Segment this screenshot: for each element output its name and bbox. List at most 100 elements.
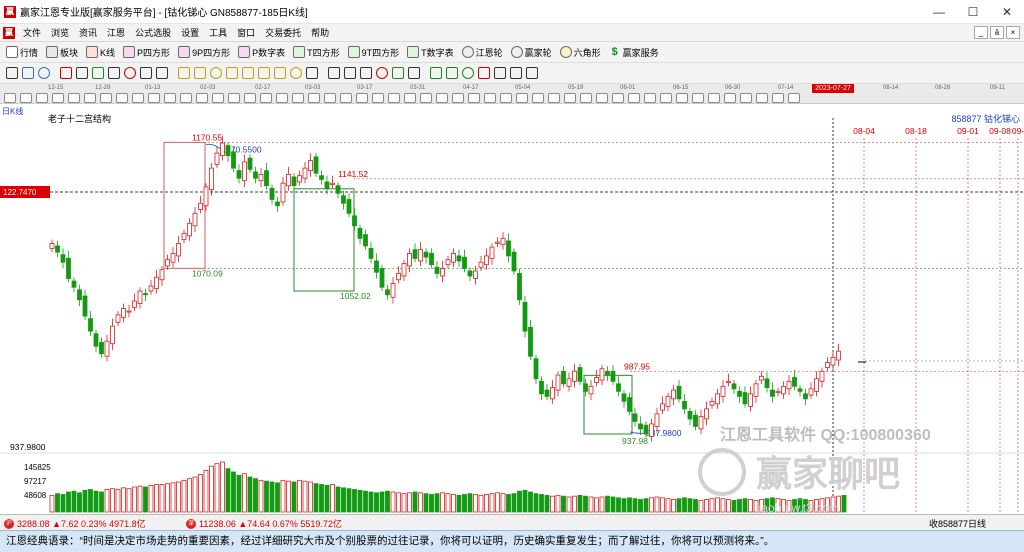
analysis-tool-icon[interactable] bbox=[100, 93, 112, 103]
analysis-tool-icon[interactable] bbox=[388, 93, 400, 103]
draw-tool-icon[interactable] bbox=[194, 67, 206, 79]
menu-window[interactable]: 窗口 bbox=[232, 26, 260, 39]
analysis-tool-icon[interactable] bbox=[340, 93, 352, 103]
menu-browse[interactable]: 浏览 bbox=[46, 26, 74, 39]
draw-tool-icon[interactable] bbox=[306, 67, 318, 79]
analysis-tool-icon[interactable] bbox=[324, 93, 336, 103]
menu-stock-screen[interactable]: 公式选股 bbox=[130, 26, 176, 39]
shanghai-index[interactable]: 沪 3288.08 ▲7.62 0.23% 4971.8亿 bbox=[4, 517, 146, 530]
analysis-tool-icon[interactable] bbox=[180, 93, 192, 103]
quote-button[interactable]: 行情 bbox=[2, 46, 42, 59]
kline-chart-area[interactable]: 日K线 老子十二宫结构 858877 钴化锑心 08-04 08-18 09-01 09-0… bbox=[0, 104, 1024, 515]
draw-tool-icon[interactable] bbox=[108, 67, 120, 79]
t-number-table-button[interactable]: T数字表 bbox=[403, 46, 458, 59]
service-button[interactable]: $ 赢家服务 bbox=[605, 46, 663, 59]
menu-help[interactable]: 帮助 bbox=[306, 26, 334, 39]
menu-trade[interactable]: 交易委托 bbox=[260, 26, 306, 39]
analysis-tool-icon[interactable] bbox=[724, 93, 736, 103]
analysis-tool-icon[interactable] bbox=[308, 93, 320, 103]
maximize-button[interactable]: ☐ bbox=[956, 0, 990, 24]
9t-square-button[interactable]: 9T四方形 bbox=[344, 46, 404, 59]
analysis-tool-icon[interactable] bbox=[660, 93, 672, 103]
kline-chart-svg[interactable]: 日K线老子十二宫结构 858877 钴化锑心 08-04 08-18 09-01 09-0… bbox=[0, 104, 1024, 515]
menu-gann[interactable]: 江恩 bbox=[102, 26, 130, 39]
draw-tool-icon[interactable] bbox=[76, 67, 88, 79]
analysis-tool-icon[interactable] bbox=[132, 93, 144, 103]
shenzhen-index[interactable]: 深 11238.06 ▲74.64 0.67% 5519.72亿 bbox=[186, 517, 342, 530]
draw-tool-icon[interactable] bbox=[510, 67, 522, 79]
analysis-tool-icon[interactable] bbox=[628, 93, 640, 103]
analysis-tool-icon[interactable] bbox=[596, 93, 608, 103]
hexagon-button[interactable]: 六角形 bbox=[556, 46, 605, 59]
analysis-tool-icon[interactable] bbox=[516, 93, 528, 103]
winner-wheel-button[interactable]: 赢家轮 bbox=[507, 46, 556, 59]
analysis-tool-icon[interactable] bbox=[756, 93, 768, 103]
draw-tool-icon[interactable] bbox=[446, 67, 458, 79]
analysis-tool-icon[interactable] bbox=[4, 93, 16, 103]
analysis-tool-icon[interactable] bbox=[52, 93, 64, 103]
gann-wheel-button[interactable]: 江恩轮 bbox=[458, 46, 507, 59]
analysis-tool-icon[interactable] bbox=[276, 93, 288, 103]
draw-tool-icon[interactable] bbox=[178, 67, 190, 79]
draw-tool-icon[interactable] bbox=[156, 67, 168, 79]
menu-news[interactable]: 资讯 bbox=[74, 26, 102, 39]
analysis-tool-icon[interactable] bbox=[436, 93, 448, 103]
kline-button[interactable]: K线 bbox=[82, 46, 119, 59]
draw-tool-icon[interactable] bbox=[408, 67, 420, 79]
analysis-tool-icon[interactable] bbox=[404, 93, 416, 103]
draw-tool-icon[interactable] bbox=[494, 67, 506, 79]
analysis-tool-icon[interactable] bbox=[372, 93, 384, 103]
menu-tools[interactable]: 工具 bbox=[204, 26, 232, 39]
p-number-table-button[interactable]: P数字表 bbox=[234, 46, 289, 59]
draw-tool-icon[interactable] bbox=[290, 67, 302, 79]
analysis-tool-icon[interactable] bbox=[532, 93, 544, 103]
sector-button[interactable]: 板块 bbox=[42, 46, 82, 59]
analysis-tool-icon[interactable] bbox=[692, 93, 704, 103]
analysis-tool-icon[interactable] bbox=[708, 93, 720, 103]
draw-tool-icon[interactable] bbox=[60, 67, 72, 79]
analysis-tool-icon[interactable] bbox=[484, 93, 496, 103]
draw-tool-icon[interactable] bbox=[226, 67, 238, 79]
analysis-tool-icon[interactable] bbox=[148, 93, 160, 103]
draw-tool-icon[interactable] bbox=[6, 67, 18, 79]
analysis-tool-icon[interactable] bbox=[260, 93, 272, 103]
draw-tool-icon[interactable] bbox=[376, 67, 388, 79]
draw-tool-icon[interactable] bbox=[392, 67, 404, 79]
draw-tool-icon[interactable] bbox=[430, 67, 442, 79]
draw-tool-icon[interactable] bbox=[360, 67, 372, 79]
analysis-tool-icon[interactable] bbox=[212, 93, 224, 103]
analysis-tool-icon[interactable] bbox=[420, 93, 432, 103]
analysis-tool-icon[interactable] bbox=[452, 93, 464, 103]
analysis-tool-icon[interactable] bbox=[228, 93, 240, 103]
draw-tool-icon[interactable] bbox=[38, 67, 50, 79]
menu-file[interactable]: 文件 bbox=[18, 26, 46, 39]
analysis-tool-icon[interactable] bbox=[116, 93, 128, 103]
t-square-button[interactable]: T四方形 bbox=[289, 46, 344, 59]
draw-tool-icon[interactable] bbox=[92, 67, 104, 79]
mdi-minimize-button[interactable]: _ bbox=[974, 26, 988, 39]
analysis-tool-icon[interactable] bbox=[564, 93, 576, 103]
draw-tool-icon[interactable] bbox=[274, 67, 286, 79]
draw-tool-icon[interactable] bbox=[526, 67, 538, 79]
analysis-tool-icon[interactable] bbox=[68, 93, 80, 103]
analysis-tool-icon[interactable] bbox=[244, 93, 256, 103]
draw-tool-icon[interactable] bbox=[462, 67, 474, 79]
draw-tool-icon[interactable] bbox=[328, 67, 340, 79]
analysis-tool-icon[interactable] bbox=[788, 93, 800, 103]
analysis-tool-icon[interactable] bbox=[676, 93, 688, 103]
analysis-tool-icon[interactable] bbox=[20, 93, 32, 103]
analysis-tool-icon[interactable] bbox=[500, 93, 512, 103]
analysis-tool-icon[interactable] bbox=[644, 93, 656, 103]
analysis-tool-icon[interactable] bbox=[468, 93, 480, 103]
draw-tool-icon[interactable] bbox=[22, 67, 34, 79]
draw-tool-icon[interactable] bbox=[258, 67, 270, 79]
analysis-tool-icon[interactable] bbox=[740, 93, 752, 103]
analysis-tool-icon[interactable] bbox=[612, 93, 624, 103]
draw-tool-icon[interactable] bbox=[124, 67, 136, 79]
analysis-tool-icon[interactable] bbox=[580, 93, 592, 103]
analysis-tool-icon[interactable] bbox=[196, 93, 208, 103]
analysis-tool-icon[interactable] bbox=[356, 93, 368, 103]
menu-settings[interactable]: 设置 bbox=[176, 26, 204, 39]
analysis-tool-icon[interactable] bbox=[548, 93, 560, 103]
draw-tool-icon[interactable] bbox=[344, 67, 356, 79]
